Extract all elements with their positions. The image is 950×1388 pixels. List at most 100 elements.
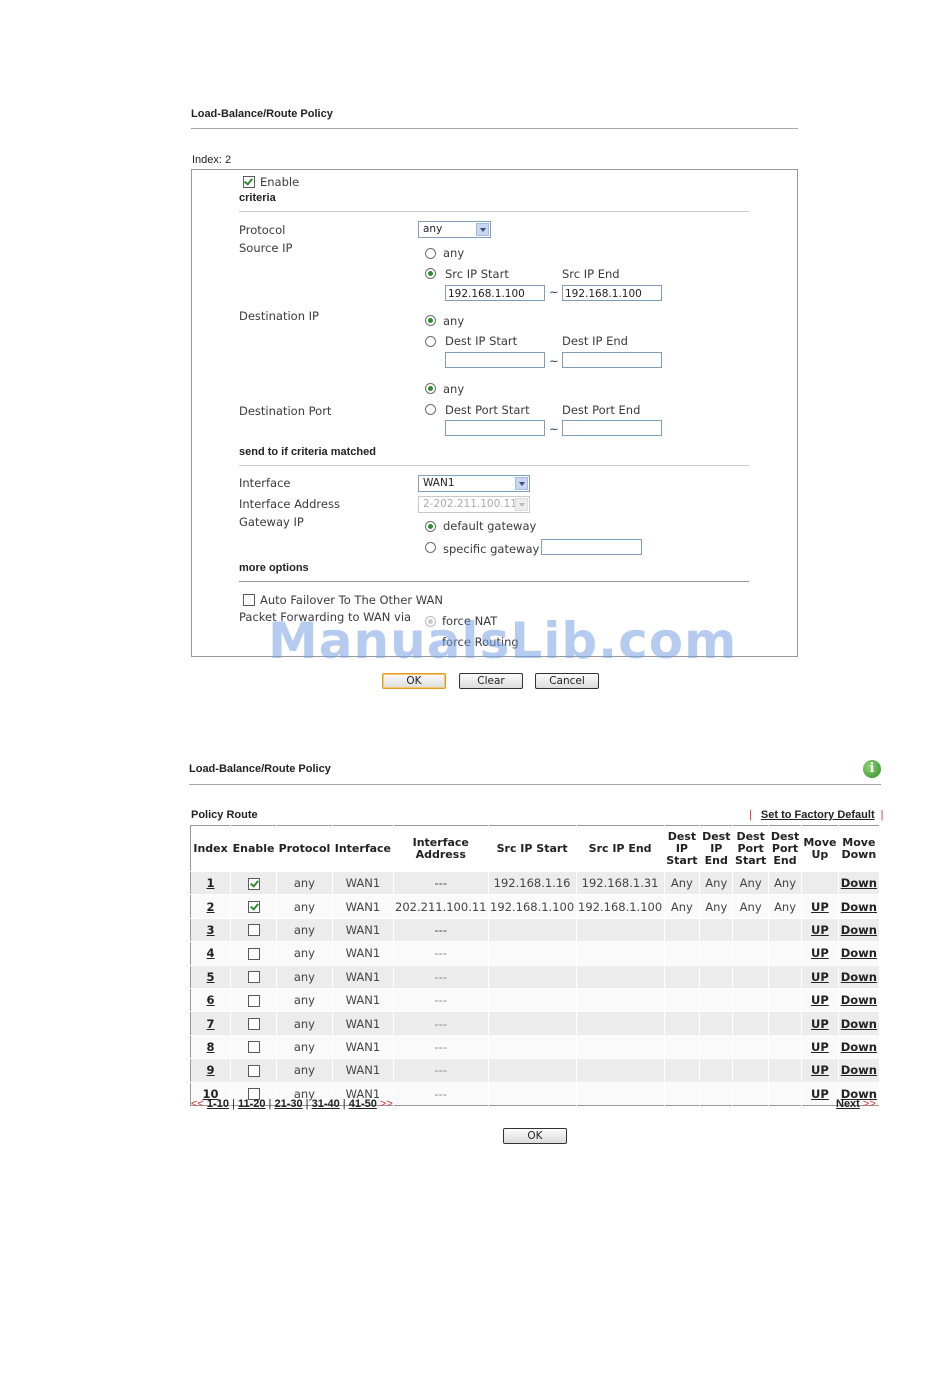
row-enable-checkbox[interactable] (247, 901, 260, 914)
move-down-link[interactable]: Down (841, 876, 877, 890)
next-page-link[interactable]: Next (836, 1098, 860, 1110)
row-enable-checkbox[interactable] (247, 1018, 260, 1031)
row-dest-port-start: Any (732, 894, 769, 919)
move-up-link[interactable]: UP (811, 923, 829, 937)
move-down-link[interactable]: Down (841, 900, 877, 914)
move-up-link[interactable]: UP (811, 1063, 829, 1077)
dest-port-start-input[interactable] (445, 420, 545, 436)
page-link-21-30[interactable]: 21-30 (274, 1098, 302, 1110)
row-enable-cell (230, 1011, 278, 1036)
row-protocol: any (276, 917, 333, 942)
move-down-link[interactable]: Down (841, 1017, 877, 1031)
row-dest-ip-end (699, 987, 734, 1012)
list-title-divider (189, 784, 881, 785)
row-move-down-cell: Down (838, 987, 881, 1012)
clear-button[interactable]: Clear (459, 673, 523, 689)
ok-button[interactable]: OK (382, 673, 446, 689)
src-range-radio[interactable] (425, 268, 436, 279)
move-up-link[interactable]: UP (811, 993, 829, 1007)
cancel-button[interactable]: Cancel (535, 673, 599, 689)
row-enable-checkbox[interactable] (247, 1041, 260, 1054)
row-src-ip-end (576, 941, 665, 966)
move-down-link[interactable]: Down (841, 1040, 877, 1054)
row-dest-ip-end (699, 964, 734, 989)
row-dest-port-end (768, 1081, 803, 1106)
move-up-link[interactable]: UP (811, 970, 829, 984)
row-enable-checkbox[interactable] (247, 924, 260, 937)
row-index-link[interactable]: 2 (207, 900, 215, 914)
dest-port-end-input[interactable] (562, 420, 662, 436)
row-dest-ip-start (664, 1058, 701, 1083)
move-down-link[interactable]: Down (841, 923, 877, 937)
row-index-link[interactable]: 4 (207, 946, 215, 960)
page-link-1-10[interactable]: 1-10 (207, 1098, 229, 1110)
move-up-link[interactable]: UP (811, 1040, 829, 1054)
protocol-select[interactable]: any (418, 221, 491, 238)
row-dest-ip-end (699, 1081, 734, 1106)
row-enable-cell (230, 894, 278, 919)
move-up-link[interactable]: UP (811, 946, 829, 960)
row-enable-checkbox[interactable] (247, 994, 260, 1007)
row-dest-ip-end (699, 941, 734, 966)
row-index-link[interactable]: 6 (207, 993, 215, 1007)
move-up-link[interactable]: UP (811, 1017, 829, 1031)
row-dest-port-end (768, 1034, 803, 1059)
move-down-link[interactable]: Down (841, 946, 877, 960)
dest-ip-end-input[interactable] (562, 352, 662, 368)
row-enable-checkbox[interactable] (247, 877, 260, 890)
row-src-ip-end (576, 917, 665, 942)
index-label: Index: 2 (192, 154, 232, 166)
row-enable-checkbox[interactable] (247, 971, 260, 984)
move-down-link[interactable]: Down (841, 970, 877, 984)
page-link-31-40[interactable]: 31-40 (312, 1098, 340, 1110)
specific-gateway-input[interactable] (541, 539, 642, 555)
table-row: 5 any WAN1 --- UP Down (190, 964, 881, 989)
move-down-link[interactable]: Down (841, 993, 877, 1007)
watermark: ManualsLib.com (268, 612, 738, 670)
src-ip-end-input[interactable]: 192.168.1.100 (562, 285, 662, 301)
row-src-ip-start (488, 917, 577, 942)
move-up-link[interactable]: UP (811, 900, 829, 914)
row-enable-checkbox[interactable] (247, 947, 260, 960)
prev-arrows: << (191, 1098, 204, 1110)
row-index-link[interactable]: 3 (207, 923, 215, 937)
page-link-11-20[interactable]: 11-20 (238, 1098, 266, 1110)
row-enable-checkbox[interactable] (247, 1064, 260, 1077)
row-index-link[interactable]: 5 (207, 970, 215, 984)
default-gateway-radio[interactable] (425, 521, 436, 532)
row-index-link[interactable]: 8 (207, 1040, 215, 1054)
table-header-row: Index Enable Protocol Interface Interfac… (190, 825, 881, 872)
list-ok-button[interactable]: OK (503, 1128, 567, 1144)
src-any-radio[interactable] (425, 248, 436, 259)
dest-any-radio[interactable] (425, 315, 436, 326)
row-index-cell: 7 (190, 1011, 232, 1036)
src-ip-start-input[interactable]: 192.168.1.100 (445, 285, 545, 301)
col-index: Index (190, 825, 232, 872)
failover-checkbox[interactable] (243, 594, 255, 606)
chevron-down-icon (476, 223, 489, 236)
enable-checkbox[interactable] (243, 176, 255, 188)
row-index-link[interactable]: 9 (207, 1063, 215, 1077)
set-factory-default-link[interactable]: Set to Factory Default (761, 809, 875, 821)
page-link-41-50[interactable]: 41-50 (349, 1098, 377, 1110)
dest-ip-start-input[interactable] (445, 352, 545, 368)
move-down-link[interactable]: Down (841, 1063, 877, 1077)
row-src-ip-end (576, 1011, 665, 1036)
interface-select[interactable]: WAN1 (418, 475, 530, 492)
row-src-ip-end (576, 1081, 665, 1106)
port-range-radio[interactable] (425, 404, 436, 415)
row-src-ip-start: 192.168.1.100 (488, 894, 577, 919)
row-dest-port-start: Any (732, 870, 769, 895)
port-tilde: ~ (549, 422, 559, 436)
row-move-down-cell: Down (838, 941, 881, 966)
next-arrows-inline: >> (379, 1098, 393, 1110)
row-index-link[interactable]: 1 (207, 876, 215, 890)
port-any-radio[interactable] (425, 383, 436, 394)
row-index-link[interactable]: 7 (207, 1017, 215, 1031)
move-up-link[interactable]: UP (811, 1087, 829, 1101)
specific-gateway-radio[interactable] (425, 542, 436, 553)
dest-range-radio[interactable] (425, 336, 436, 347)
row-dest-port-start (732, 1034, 769, 1059)
row-interface: WAN1 (332, 1058, 394, 1083)
info-icon[interactable] (863, 760, 881, 778)
